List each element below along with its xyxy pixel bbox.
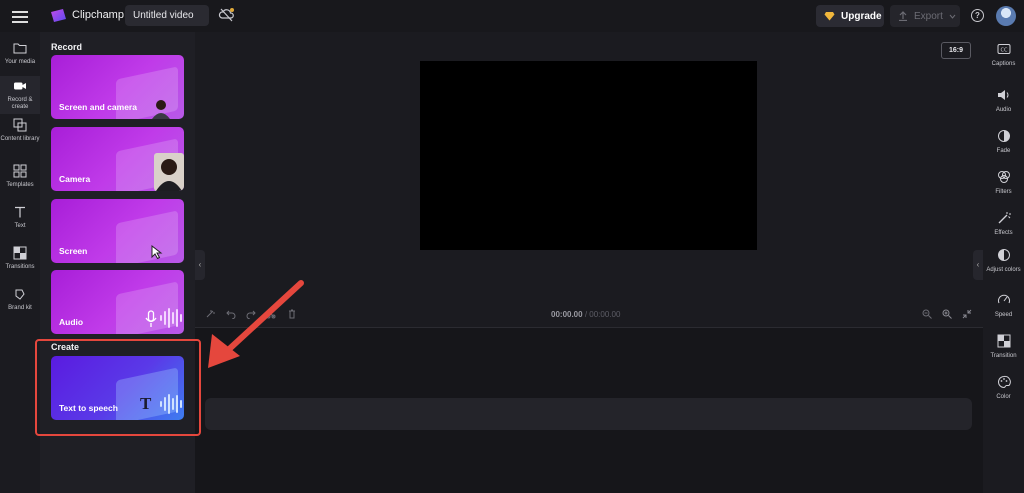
nav-record-create[interactable]: Record & create: [0, 76, 40, 114]
microphone-icon: [145, 310, 157, 327]
chevron-down-icon: [949, 14, 956, 19]
fit-timeline-icon[interactable]: [962, 309, 972, 319]
prop-adjust-colors[interactable]: Adjust colors: [983, 248, 1024, 274]
transition-icon: [13, 246, 27, 260]
aspect-ratio-button[interactable]: 16:9: [941, 42, 971, 59]
card-audio[interactable]: Audio: [51, 270, 184, 334]
folder-icon: [13, 43, 27, 54]
avatar[interactable]: [996, 6, 1016, 26]
export-label: Export: [914, 10, 943, 22]
captions-icon: CC: [997, 44, 1010, 54]
zoom-in-icon[interactable]: [942, 309, 952, 319]
brand-name: Clipchamp: [72, 9, 124, 21]
magic-wand-icon: [998, 212, 1011, 224]
redo-icon[interactable]: [246, 309, 256, 319]
prop-effects[interactable]: Effects: [983, 211, 1024, 236]
grid-icon: [13, 164, 27, 178]
zoom-out-icon[interactable]: [922, 309, 932, 319]
prop-fade[interactable]: Fade: [983, 129, 1024, 154]
card-illustration: [116, 210, 178, 263]
prop-captions[interactable]: CC Captions: [983, 42, 1024, 67]
speaker-icon: [997, 90, 1008, 100]
annotation-highlight-box: [35, 339, 201, 436]
card-screen[interactable]: Screen: [51, 199, 184, 263]
magic-icon[interactable]: [205, 309, 215, 319]
upgrade-label: Upgrade: [841, 10, 882, 22]
menu-icon[interactable]: [10, 8, 30, 24]
delete-icon[interactable]: [287, 309, 297, 319]
clipchamp-logo: [51, 9, 66, 22]
prop-transition[interactable]: Transition: [983, 334, 1024, 359]
timecode: 00:00.00 / 00:00.00: [551, 310, 620, 319]
adjust-colors-icon: [997, 249, 1010, 261]
person-thumbnail-icon: [154, 153, 184, 191]
current-time: 00:00.00: [551, 310, 583, 319]
nav-label: Templates: [6, 182, 34, 188]
brand-kit-icon: [15, 289, 25, 300]
help-icon[interactable]: ?: [971, 9, 984, 22]
record-section-title: Record: [51, 42, 83, 52]
nav-label: Your media: [4, 59, 36, 65]
video-camera-icon: [14, 82, 26, 90]
diamond-icon: [824, 12, 835, 21]
collapse-panel-button[interactable]: ‹: [195, 250, 205, 280]
nav-label: Brand kit: [8, 305, 32, 311]
stack-icon: [13, 118, 27, 132]
card-camera[interactable]: Camera: [51, 127, 184, 191]
export-button[interactable]: Export: [890, 5, 960, 27]
prop-audio[interactable]: Audio: [983, 88, 1024, 113]
timeline: [195, 301, 983, 493]
card-label: Screen and camera: [59, 102, 137, 112]
transition-icon: [997, 334, 1010, 348]
total-time: 00:00.00: [589, 310, 621, 319]
fade-icon: [997, 130, 1010, 142]
waveform-icon: [160, 308, 182, 328]
nav-label: Record & create: [7, 97, 33, 110]
prop-label: Adjust colors: [986, 267, 1021, 273]
person-thumbnail-icon: [152, 100, 170, 119]
nav-transitions[interactable]: Transitions: [0, 243, 40, 281]
text-icon: [15, 206, 25, 218]
card-screen-and-camera[interactable]: Screen and camera: [51, 55, 184, 119]
split-icon[interactable]: [266, 309, 276, 319]
card-label: Audio: [59, 317, 84, 327]
upgrade-button[interactable]: Upgrade: [816, 5, 884, 27]
nav-brand-kit[interactable]: Brand kit: [0, 284, 40, 322]
upload-icon: [899, 11, 907, 21]
prop-label: Transition: [990, 353, 1017, 359]
prop-label: Color: [996, 394, 1011, 400]
nav-templates[interactable]: Templates: [0, 161, 40, 199]
prop-label: Audio: [995, 107, 1012, 113]
card-label: Screen: [59, 246, 88, 256]
nav-label: Transitions: [5, 264, 35, 270]
cursor-icon: [151, 245, 163, 259]
svg-text:CC: CC: [1000, 48, 1007, 54]
cloud-sync-icon[interactable]: [218, 6, 236, 24]
speedometer-icon: [997, 294, 1010, 304]
nav-label: Text: [14, 223, 26, 229]
nav-your-media[interactable]: Your media: [0, 38, 40, 76]
undo-icon[interactable]: [226, 309, 236, 319]
prop-filters[interactable]: Filters: [983, 170, 1024, 195]
palette-icon: [997, 375, 1011, 389]
prop-speed[interactable]: Speed: [983, 293, 1024, 318]
video-preview-canvas: [420, 61, 757, 250]
prop-label: Speed: [994, 312, 1013, 318]
prop-label: Filters: [995, 189, 1012, 195]
prop-label: Fade: [996, 148, 1011, 154]
nav-label: Content library: [0, 136, 40, 142]
nav-text[interactable]: Text: [0, 202, 40, 240]
prop-label: Effects: [994, 230, 1013, 236]
filters-icon: [997, 171, 1010, 183]
video-title-input[interactable]: Untitled video: [125, 5, 209, 26]
card-label: Camera: [59, 174, 91, 184]
prop-color[interactable]: Color: [983, 375, 1024, 400]
collapse-properties-button[interactable]: ‹: [973, 250, 983, 280]
timeline-track[interactable]: [205, 398, 972, 430]
prop-label: Captions: [991, 61, 1016, 67]
nav-content-library[interactable]: Content library: [0, 115, 40, 153]
